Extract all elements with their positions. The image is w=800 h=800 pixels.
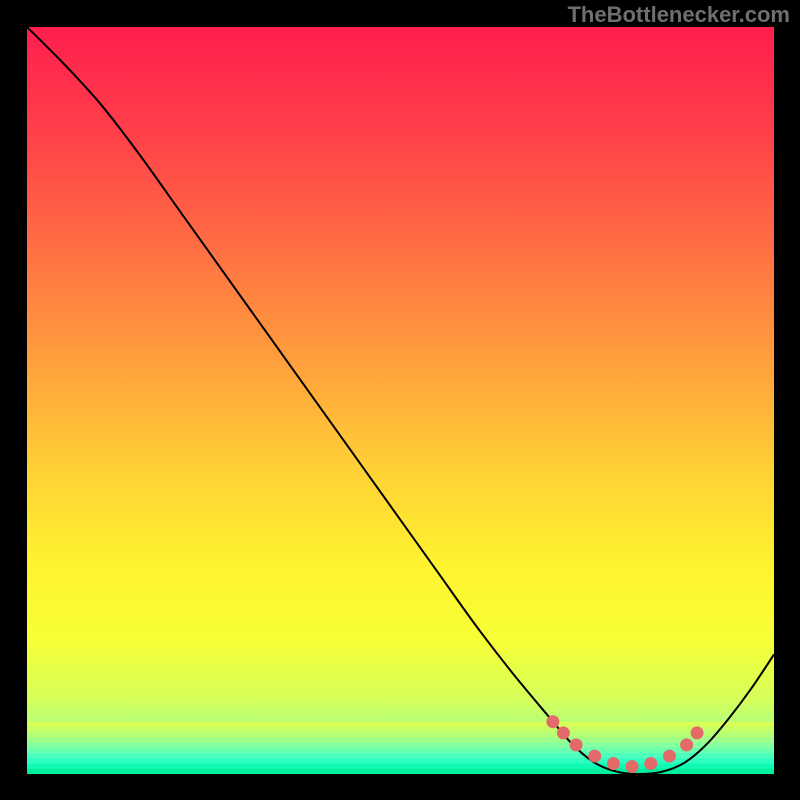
gradient-background — [27, 27, 774, 774]
bottom-stripes — [27, 722, 774, 774]
plot-area — [27, 27, 774, 774]
highlight-dot — [626, 760, 639, 773]
highlight-dot — [691, 726, 704, 739]
highlight-dot — [607, 757, 620, 770]
highlight-dot — [680, 738, 693, 751]
chart-container: TheBottlenecker.com — [0, 0, 800, 800]
highlight-dot — [570, 738, 583, 751]
watermark-text: TheBottlenecker.com — [567, 2, 790, 28]
highlight-dot — [557, 726, 570, 739]
chart-svg — [27, 27, 774, 774]
highlight-dot — [546, 715, 559, 728]
highlight-dot — [644, 757, 657, 770]
highlight-dot — [663, 750, 676, 763]
highlight-dot — [588, 750, 601, 763]
